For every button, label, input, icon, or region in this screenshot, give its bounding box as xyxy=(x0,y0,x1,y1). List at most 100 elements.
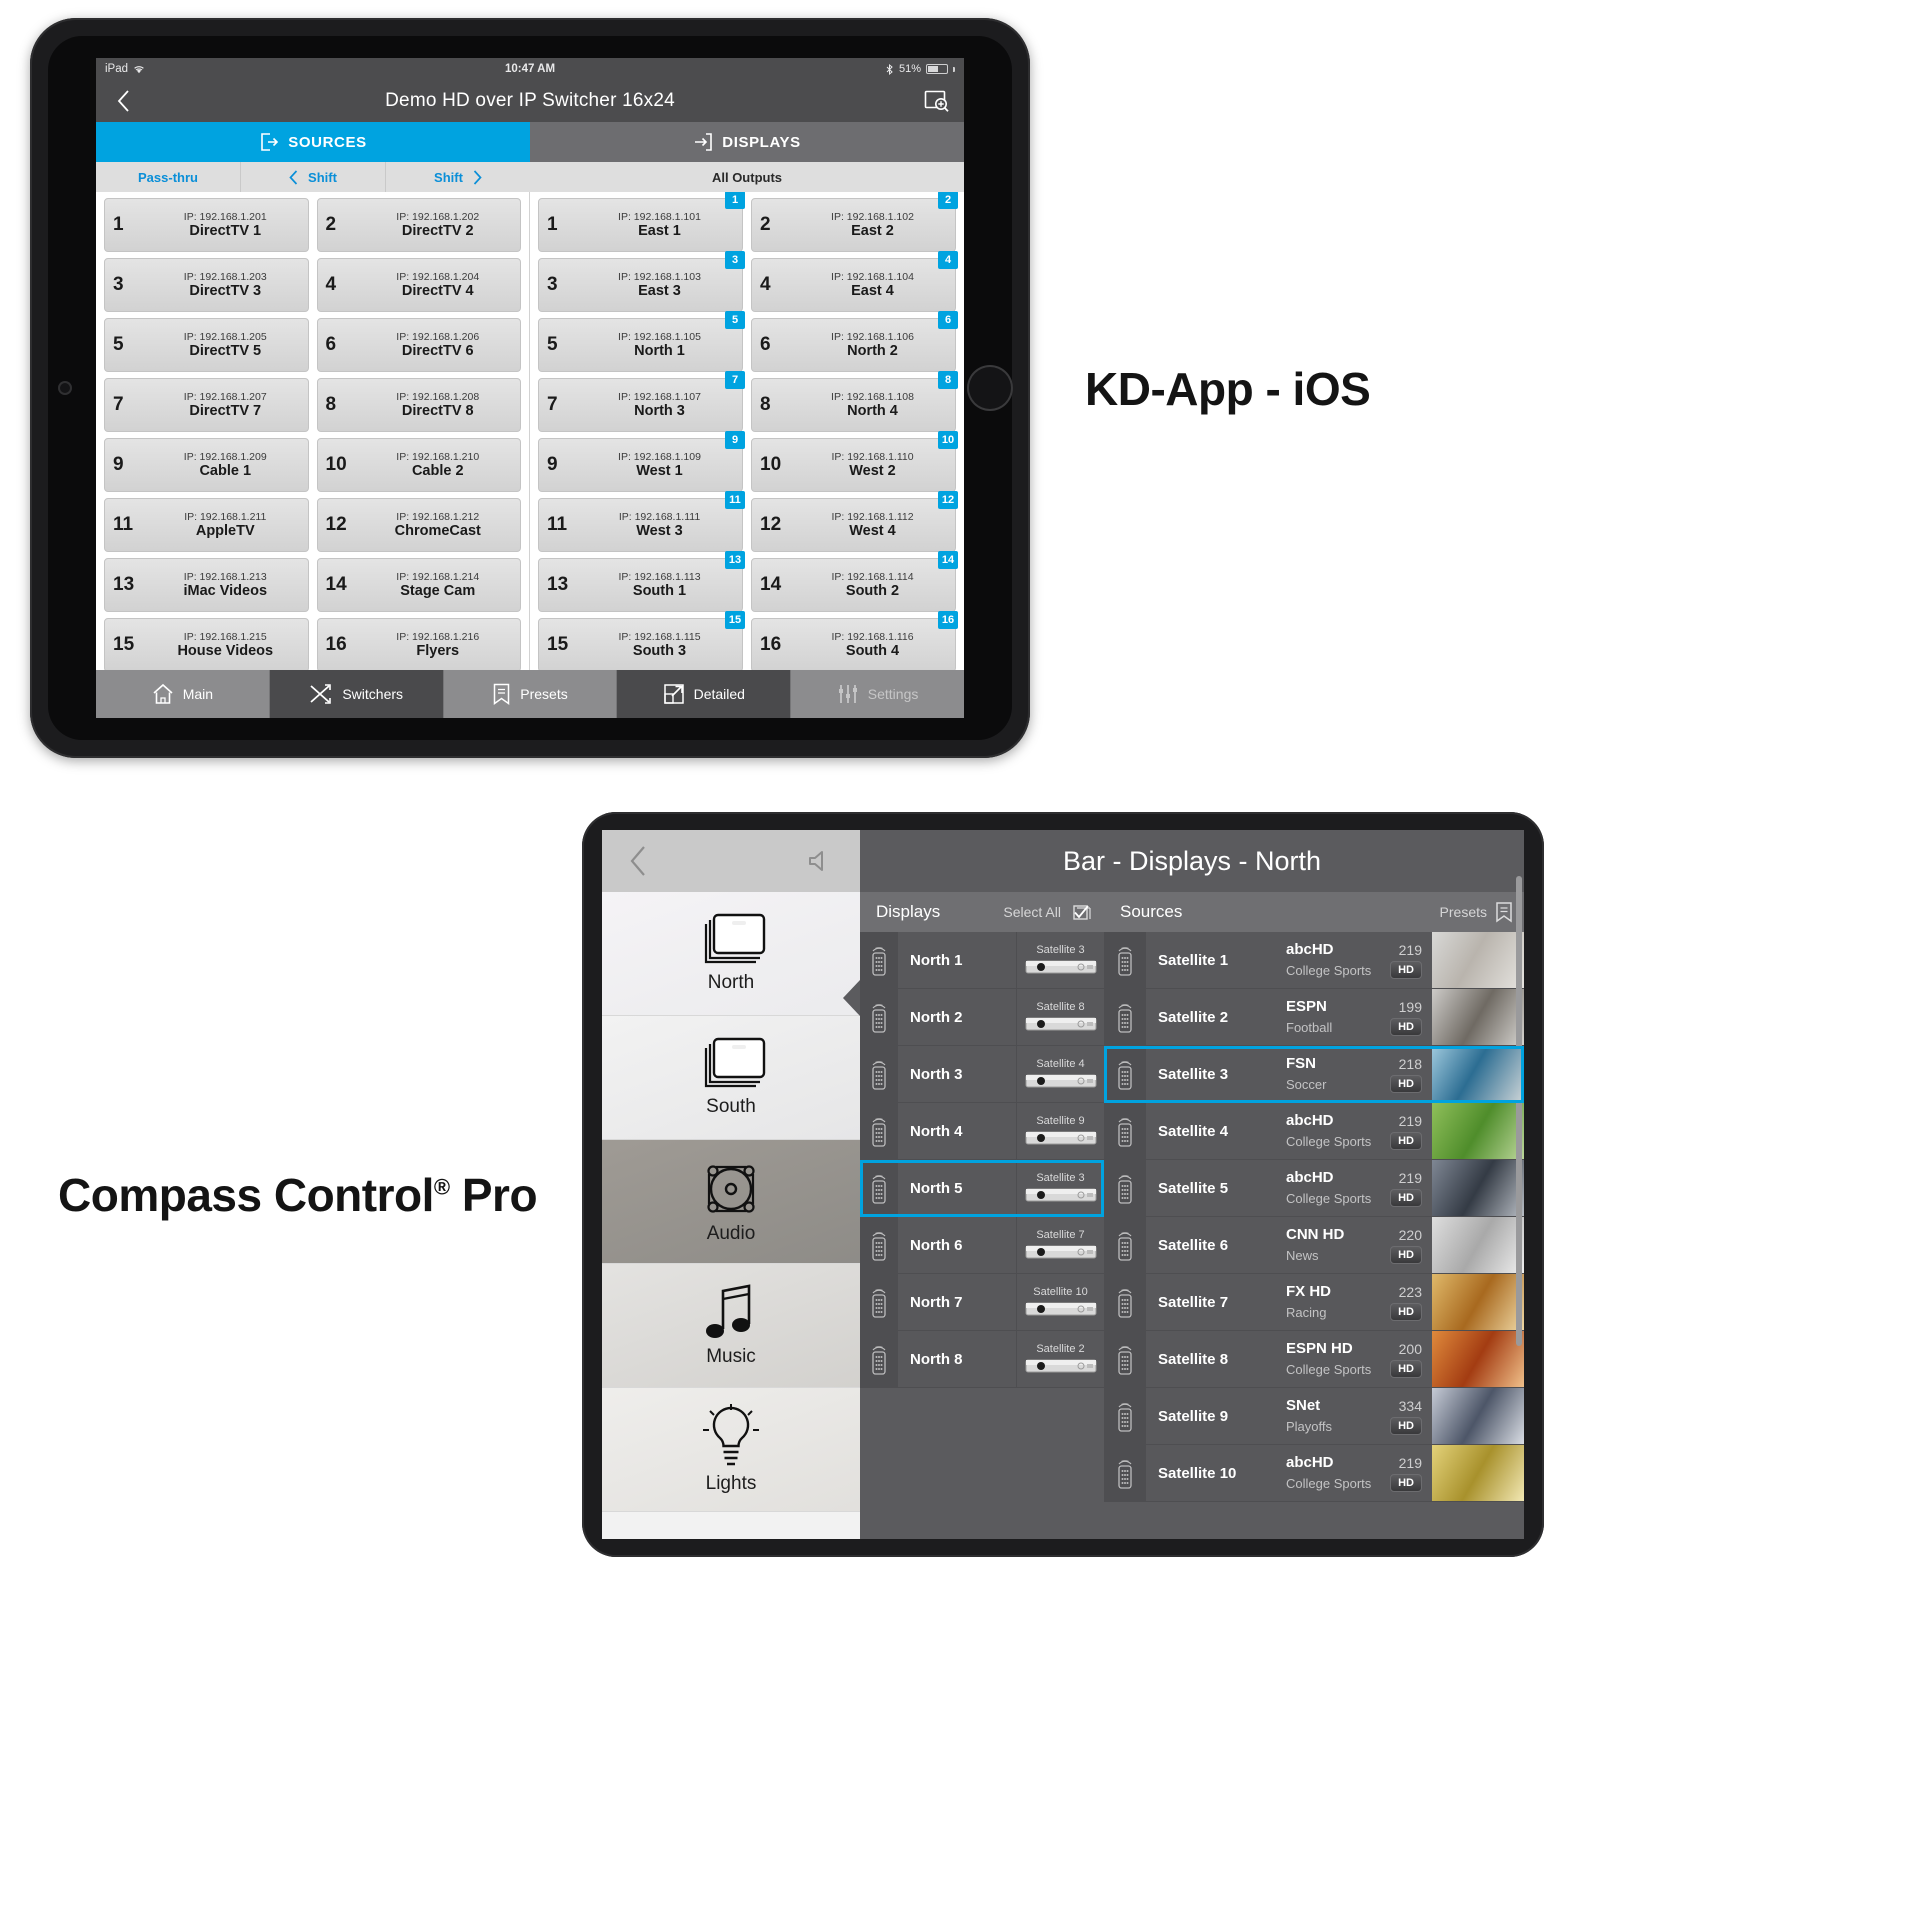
device-card[interactable]: 6 IP: 192.168.1.106 North 2 xyxy=(751,318,956,372)
list-item[interactable]: 4 IP: 192.168.1.204 DirectTV 4 xyxy=(316,258,521,312)
list-item[interactable]: 15 IP: 192.168.1.215 House Videos xyxy=(104,618,309,670)
compass-nav-item-south[interactable]: South xyxy=(602,1016,860,1140)
display-row[interactable]: North 3 Satellite 4 xyxy=(860,1046,1104,1103)
source-row[interactable]: Satellite 3 FSN 218 Soccer HD xyxy=(1104,1046,1524,1103)
source-row[interactable]: Satellite 9 SNet 334 Playoffs HD xyxy=(1104,1388,1524,1445)
list-item[interactable]: 13 13 IP: 192.168.1.113 South 1 xyxy=(538,551,745,612)
list-item[interactable]: 2 IP: 192.168.1.202 DirectTV 2 xyxy=(316,198,521,252)
list-item[interactable]: 3 3 IP: 192.168.1.103 East 3 xyxy=(538,251,745,312)
tab-sources[interactable]: SOURCES xyxy=(96,122,530,162)
displays-pane[interactable]: 1 1 IP: 192.168.1.101 East 1 2 2 IP: 192.168.1… xyxy=(530,192,964,670)
display-row[interactable]: North 4 Satellite 9 xyxy=(860,1103,1104,1160)
display-row[interactable]: North 2 Satellite 8 xyxy=(860,989,1104,1046)
device-card[interactable]: 7 IP: 192.168.1.207 DirectTV 7 xyxy=(104,378,309,432)
list-item[interactable]: 13 IP: 192.168.1.213 iMac Videos xyxy=(104,558,309,612)
device-card[interactable]: 4 IP: 192.168.1.104 East 4 xyxy=(751,258,956,312)
list-item[interactable]: 11 IP: 192.168.1.211 AppleTV xyxy=(104,498,309,552)
compass-nav-item-music[interactable]: Music xyxy=(602,1264,860,1388)
device-card[interactable]: 12 IP: 192.168.1.212 ChromeCast xyxy=(316,498,521,552)
tab-displays[interactable]: DISPLAYS xyxy=(530,122,964,162)
presets-button[interactable]: Presets xyxy=(1440,901,1514,923)
device-card[interactable]: 5 IP: 192.168.1.105 North 1 xyxy=(538,318,743,372)
source-row[interactable]: Satellite 7 FX HD 223 Racing HD xyxy=(1104,1274,1524,1331)
displays-list[interactable]: North 1 Satellite 3 North 2 Satellite 8 Nort… xyxy=(860,932,1104,1388)
back-button[interactable] xyxy=(628,845,648,877)
device-card[interactable]: 8 IP: 192.168.1.108 North 4 xyxy=(751,378,956,432)
device-card[interactable]: 3 IP: 192.168.1.103 East 3 xyxy=(538,258,743,312)
list-item[interactable]: 8 8 IP: 192.168.1.108 North 4 xyxy=(751,371,958,432)
display-row[interactable]: North 1 Satellite 3 xyxy=(860,932,1104,989)
device-card[interactable]: 4 IP: 192.168.1.204 DirectTV 4 xyxy=(316,258,521,312)
source-row[interactable]: Satellite 4 abcHD 219 College Sports HD xyxy=(1104,1103,1524,1160)
shift-left-button[interactable]: Shift xyxy=(241,162,386,192)
device-card[interactable]: 5 IP: 192.168.1.205 DirectTV 5 xyxy=(104,318,309,372)
all-outputs-label[interactable]: All Outputs xyxy=(530,162,964,192)
display-source[interactable]: Satellite 2 xyxy=(1016,1331,1104,1387)
device-card[interactable]: 2 IP: 192.168.1.102 East 2 xyxy=(751,198,956,252)
display-source[interactable]: Satellite 4 xyxy=(1016,1046,1104,1102)
device-card[interactable]: 14 IP: 192.168.1.114 South 2 xyxy=(751,558,956,612)
device-card[interactable]: 13 IP: 192.168.1.113 South 1 xyxy=(538,558,743,612)
list-item[interactable]: 11 11 IP: 192.168.1.111 West 3 xyxy=(538,491,745,552)
device-card[interactable]: 6 IP: 192.168.1.206 DirectTV 6 xyxy=(316,318,521,372)
compass-nav-item-lights[interactable]: Lights xyxy=(602,1388,860,1512)
home-button[interactable] xyxy=(967,365,1013,411)
sources-pane[interactable]: 1 IP: 192.168.1.201 DirectTV 1 2 IP: 192.168… xyxy=(96,192,530,670)
sources-scrollbar[interactable] xyxy=(1516,876,1522,1346)
device-card[interactable]: 9 IP: 192.168.1.209 Cable 1 xyxy=(104,438,309,492)
tab-main[interactable]: Main xyxy=(96,670,270,718)
shift-right-button[interactable]: Shift xyxy=(386,162,530,192)
display-row[interactable]: North 5 Satellite 3 xyxy=(860,1160,1104,1217)
tab-switchers[interactable]: Switchers xyxy=(269,670,444,718)
list-item[interactable]: 14 IP: 192.168.1.214 Stage Cam xyxy=(316,558,521,612)
device-card[interactable]: 15 IP: 192.168.1.215 House Videos xyxy=(104,618,309,670)
device-card[interactable]: 2 IP: 192.168.1.202 DirectTV 2 xyxy=(316,198,521,252)
select-all-button[interactable]: Select All xyxy=(1003,902,1094,922)
device-card[interactable]: 16 IP: 192.168.1.216 Flyers xyxy=(316,618,521,670)
list-item[interactable]: 4 4 IP: 192.168.1.104 East 4 xyxy=(751,251,958,312)
display-source[interactable]: Satellite 3 xyxy=(1016,932,1104,988)
compass-nav-item-north[interactable]: North xyxy=(602,892,860,1016)
list-item[interactable]: 6 6 IP: 192.168.1.106 North 2 xyxy=(751,311,958,372)
tab-presets[interactable]: Presets xyxy=(444,670,618,718)
device-card[interactable]: 10 IP: 192.168.1.110 West 2 xyxy=(751,438,956,492)
source-display-segmented-control[interactable]: SOURCES DISPLAYS xyxy=(96,122,964,162)
source-row[interactable]: Satellite 2 ESPN 199 Football HD xyxy=(1104,989,1524,1046)
device-card[interactable]: 14 IP: 192.168.1.214 Stage Cam xyxy=(316,558,521,612)
compass-nav-list[interactable]: North South Audio Music Lights xyxy=(602,892,860,1539)
list-item[interactable]: 16 16 IP: 192.168.1.116 South 4 xyxy=(751,611,958,670)
device-card[interactable]: 16 IP: 192.168.1.116 South 4 xyxy=(751,618,956,670)
list-item[interactable]: 9 9 IP: 192.168.1.109 West 1 xyxy=(538,431,745,492)
list-item[interactable]: 1 IP: 192.168.1.201 DirectTV 1 xyxy=(104,198,309,252)
display-source[interactable]: Satellite 3 xyxy=(1016,1160,1104,1216)
device-card[interactable]: 1 IP: 192.168.1.201 DirectTV 1 xyxy=(104,198,309,252)
list-item[interactable]: 12 12 IP: 192.168.1.112 West 4 xyxy=(751,491,958,552)
passthru-button[interactable]: Pass-thru xyxy=(96,162,241,192)
device-card[interactable]: 3 IP: 192.168.1.203 DirectTV 3 xyxy=(104,258,309,312)
display-source[interactable]: Satellite 9 xyxy=(1016,1103,1104,1159)
compass-nav-item-audio[interactable]: Audio xyxy=(602,1140,860,1264)
list-item[interactable]: 7 7 IP: 192.168.1.107 North 3 xyxy=(538,371,745,432)
list-item[interactable]: 16 IP: 192.168.1.216 Flyers xyxy=(316,618,521,670)
display-source[interactable]: Satellite 10 xyxy=(1016,1274,1104,1330)
list-item[interactable]: 10 10 IP: 192.168.1.110 West 2 xyxy=(751,431,958,492)
list-item[interactable]: 2 2 IP: 192.168.1.102 East 2 xyxy=(751,192,958,252)
display-row[interactable]: North 6 Satellite 7 xyxy=(860,1217,1104,1274)
device-card[interactable]: 11 IP: 192.168.1.211 AppleTV xyxy=(104,498,309,552)
list-item[interactable]: 5 5 IP: 192.168.1.105 North 1 xyxy=(538,311,745,372)
list-item[interactable]: 3 IP: 192.168.1.203 DirectTV 3 xyxy=(104,258,309,312)
device-card[interactable]: 8 IP: 192.168.1.208 DirectTV 8 xyxy=(316,378,521,432)
device-card[interactable]: 12 IP: 192.168.1.112 West 4 xyxy=(751,498,956,552)
list-item[interactable]: 14 14 IP: 192.168.1.114 South 2 xyxy=(751,551,958,612)
device-card[interactable]: 15 IP: 192.168.1.115 South 3 xyxy=(538,618,743,670)
source-row[interactable]: Satellite 5 abcHD 219 College Sports HD xyxy=(1104,1160,1524,1217)
tab-detailed[interactable]: Detailed xyxy=(617,670,792,718)
list-item[interactable]: 12 IP: 192.168.1.212 ChromeCast xyxy=(316,498,521,552)
display-row[interactable]: North 8 Satellite 2 xyxy=(860,1331,1104,1388)
device-card[interactable]: 7 IP: 192.168.1.107 North 3 xyxy=(538,378,743,432)
list-item[interactable]: 5 IP: 192.168.1.205 DirectTV 5 xyxy=(104,318,309,372)
sources-list[interactable]: Satellite 1 abcHD 219 College Sports HD Satel… xyxy=(1104,932,1524,1502)
list-item[interactable]: 7 IP: 192.168.1.207 DirectTV 7 xyxy=(104,378,309,432)
list-item[interactable]: 6 IP: 192.168.1.206 DirectTV 6 xyxy=(316,318,521,372)
source-row[interactable]: Satellite 1 abcHD 219 College Sports HD xyxy=(1104,932,1524,989)
